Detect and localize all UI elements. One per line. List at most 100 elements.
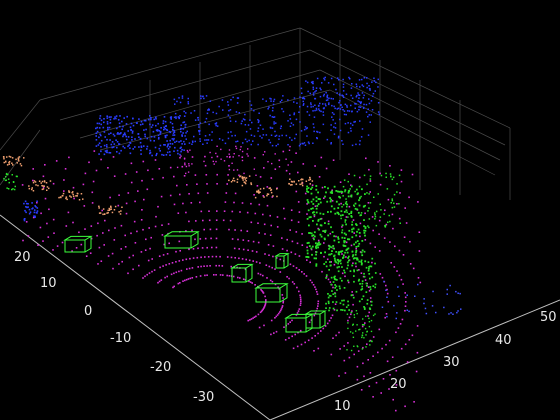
building-point — [358, 143, 361, 146]
building-point — [186, 130, 188, 133]
building-point — [270, 134, 273, 136]
vegetation-point — [366, 330, 368, 333]
ground-point — [132, 268, 134, 271]
vegetation-point — [340, 309, 342, 311]
vegetation-point — [8, 181, 10, 184]
ground-point — [32, 168, 34, 170]
building-point — [122, 125, 124, 128]
ground-point — [312, 284, 315, 286]
ground-point — [27, 235, 30, 237]
vehicle-point — [20, 164, 23, 167]
building-point — [230, 99, 232, 101]
ground-point — [188, 193, 190, 195]
ground-point — [39, 226, 42, 229]
vegetation-point — [337, 212, 339, 214]
ground-point — [364, 212, 366, 215]
grid-line — [309, 49, 506, 146]
ground-point — [151, 258, 153, 260]
building-point — [342, 143, 344, 145]
building-point — [118, 143, 120, 145]
ground-point — [335, 334, 337, 337]
building-point — [366, 77, 368, 79]
building-point — [257, 121, 260, 124]
vegetation-point — [330, 191, 333, 194]
vegetation-point — [362, 324, 364, 326]
building-point — [204, 135, 207, 137]
building-point — [227, 137, 230, 140]
building-point — [232, 96, 234, 99]
ground-point — [303, 273, 305, 275]
vegetation-point — [366, 302, 369, 305]
building-point — [371, 81, 373, 83]
vegetation-point — [347, 195, 350, 198]
ground-point — [348, 316, 351, 319]
building-point — [110, 143, 113, 146]
building-point — [360, 136, 363, 138]
building-point — [325, 91, 327, 94]
building-point — [377, 102, 380, 104]
vegetation-point — [327, 296, 330, 299]
vegetation-point — [389, 220, 391, 223]
vegetation-point — [315, 242, 317, 245]
vegetation-point — [334, 212, 337, 215]
ground-point — [187, 151, 189, 153]
building-point — [98, 122, 101, 125]
vegetation-point — [374, 214, 376, 216]
vehicle-point — [250, 183, 253, 186]
building-point — [116, 127, 118, 130]
building-point — [274, 130, 276, 133]
ground-point — [204, 256, 206, 258]
building-point — [190, 112, 192, 114]
vegetation-point — [345, 306, 348, 308]
vegetation-point — [15, 175, 18, 178]
building-point — [24, 209, 26, 212]
vegetation-point — [327, 293, 329, 295]
building-point — [342, 96, 345, 98]
building-point — [169, 139, 171, 142]
ground-point — [266, 277, 268, 279]
building-point — [112, 133, 115, 136]
vegetation-point — [350, 185, 353, 188]
building-point — [130, 129, 132, 132]
building-point — [168, 130, 171, 133]
vegetation-point — [363, 250, 366, 253]
ground-point — [364, 279, 367, 281]
ground-point — [238, 257, 240, 260]
building-point — [377, 111, 380, 113]
vegetation-point — [371, 276, 374, 279]
vegetation-point — [361, 188, 363, 191]
ground-point — [243, 172, 245, 175]
ground-point — [209, 228, 212, 231]
building-point — [312, 94, 315, 96]
vehicle-point — [72, 193, 74, 196]
ground-point — [395, 369, 398, 372]
vegetation-point — [390, 202, 392, 204]
ground-point — [313, 215, 316, 218]
ground-point — [197, 247, 199, 250]
ground-point — [100, 158, 102, 161]
ground-point — [211, 246, 213, 249]
ground-point — [262, 292, 265, 294]
ground-point — [291, 240, 294, 243]
ground-point — [255, 261, 258, 263]
ground-point — [211, 156, 213, 159]
vegetation-point — [358, 204, 361, 207]
building-point — [344, 103, 347, 106]
vegetation-point — [396, 183, 398, 185]
ground-point — [252, 240, 255, 243]
building-point — [180, 130, 182, 133]
vehicle-point — [46, 189, 48, 191]
building-point — [331, 116, 333, 118]
ground-point — [40, 212, 42, 215]
building-point — [151, 124, 154, 126]
building-point — [300, 87, 303, 90]
vegetation-point — [315, 251, 318, 253]
ground-point — [210, 237, 212, 240]
ground-point — [290, 209, 293, 211]
vegetation-point — [346, 211, 348, 214]
ground-point — [377, 351, 379, 354]
ground-point — [404, 309, 406, 312]
vegetation-point — [370, 319, 373, 322]
building-point — [350, 104, 352, 107]
building-point — [115, 115, 118, 117]
